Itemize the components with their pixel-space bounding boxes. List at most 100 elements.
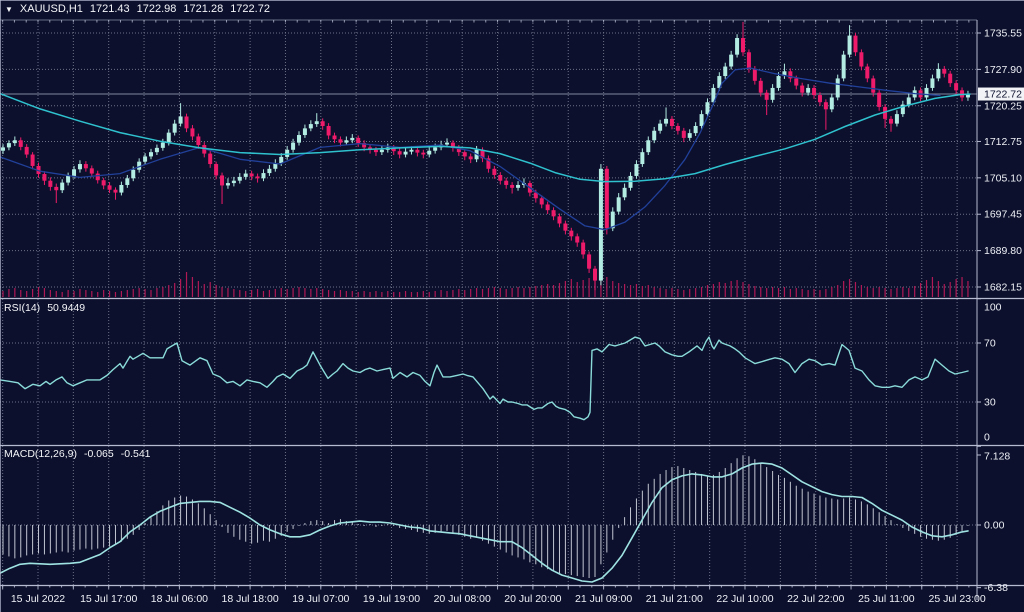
- candle-bullish: [848, 36, 852, 55]
- candle-bullish: [652, 131, 656, 141]
- candle-bullish: [72, 169, 76, 176]
- moving-average-slow-line: [0, 68, 940, 230]
- time-axis-label[interactable]: 22 Jul 10:00: [716, 593, 773, 605]
- time-axis-label[interactable]: 25 Jul 11:00: [858, 593, 915, 605]
- candle-bearish: [250, 174, 254, 177]
- candle-bearish: [741, 38, 745, 52]
- time-axis-label[interactable]: 15 Jul 2022: [11, 593, 65, 605]
- candle-bearish: [421, 153, 425, 155]
- price-axis-label[interactable]: 1720.25: [984, 100, 1022, 112]
- candle-bullish: [238, 177, 242, 181]
- candle-bearish: [794, 78, 798, 85]
- candle-bearish: [338, 139, 342, 142]
- price-axis-label[interactable]: 1682.15: [984, 281, 1022, 293]
- candle-bullish: [267, 169, 271, 173]
- time-axis-label[interactable]: 20 Jul 08:00: [434, 593, 491, 605]
- candle-bullish: [771, 88, 775, 100]
- candle-bearish: [90, 168, 94, 173]
- candle-bullish: [895, 114, 899, 124]
- candle-bullish: [13, 140, 17, 143]
- candle-bullish: [261, 173, 265, 178]
- macd-axis-label[interactable]: -6.38: [984, 582, 1008, 594]
- time-axis-label[interactable]: 15 Jul 17:00: [80, 593, 137, 605]
- time-axis-label[interactable]: 20 Jul 20:00: [504, 593, 561, 605]
- price-axis-label[interactable]: 1697.45: [984, 209, 1022, 221]
- chart-canvas[interactable]: 1735.55 1727.90 1720.25 1712.75 1705.10 1697.…: [0, 0, 1024, 612]
- candle-bearish: [196, 136, 200, 145]
- macd-axis-label[interactable]: 0.00: [984, 520, 1005, 532]
- candle-bullish: [634, 164, 638, 176]
- rsi-axis-label[interactable]: 0: [984, 432, 990, 444]
- candle-bearish: [853, 36, 857, 53]
- candle-bearish: [865, 67, 869, 79]
- candle-bullish: [149, 152, 153, 156]
- candle-bullish: [119, 185, 123, 193]
- candle-bearish: [557, 216, 561, 223]
- macd-axis-label[interactable]: 7.128: [984, 451, 1010, 463]
- time-axis-label[interactable]: 21 Jul 09:00: [575, 593, 632, 605]
- candle-bearish: [812, 88, 816, 95]
- candle-bullish: [617, 197, 621, 211]
- price-axis-label[interactable]: 1727.90: [984, 64, 1022, 76]
- candle-bearish: [682, 131, 686, 138]
- candle-bullish: [161, 143, 165, 148]
- candle-bearish: [540, 198, 544, 204]
- candle-bullish: [433, 147, 437, 150]
- rsi-axis-label[interactable]: 70: [984, 338, 996, 350]
- time-axis-label[interactable]: 18 Jul 18:00: [221, 593, 278, 605]
- candle-bullish: [380, 150, 384, 152]
- candle-bullish: [78, 164, 82, 169]
- price-axis-label[interactable]: 1735.55: [984, 28, 1022, 40]
- price-axis-label[interactable]: 1712.75: [984, 136, 1022, 148]
- candle-bearish: [587, 254, 591, 268]
- candle-bearish: [871, 78, 875, 92]
- candle-bullish: [125, 178, 129, 185]
- candle-bearish: [859, 52, 863, 66]
- macd-value: -0.065: [84, 448, 114, 460]
- price-axis-label[interactable]: 1689.80: [984, 245, 1022, 257]
- time-axis-label[interactable]: 22 Jul 22:00: [787, 593, 844, 605]
- time-axis-label[interactable]: 19 Jul 19:00: [363, 593, 420, 605]
- candle-bullish: [315, 121, 319, 124]
- candle-bearish: [552, 210, 556, 216]
- candle-bearish: [321, 121, 325, 126]
- candle-bullish: [925, 88, 929, 98]
- candle-bearish: [333, 136, 337, 140]
- time-axis-label[interactable]: 19 Jul 07:00: [292, 593, 349, 605]
- candle-bullish: [309, 124, 313, 128]
- candle-bearish: [42, 174, 46, 181]
- candle-bullish: [344, 140, 348, 142]
- macd-indicator-label: MACD(12,26,9) -0.065 -0.541: [4, 448, 151, 460]
- candle-bearish: [102, 180, 106, 185]
- candle-bearish: [759, 81, 763, 93]
- candle-bullish: [907, 97, 911, 104]
- candle-bullish: [285, 150, 289, 157]
- candle-bullish: [930, 78, 934, 88]
- macd-signal-line: [0, 463, 968, 582]
- time-axis-label[interactable]: 25 Jul 23:00: [928, 593, 985, 605]
- candle-bearish: [800, 86, 804, 93]
- rsi-axis-label[interactable]: 100: [984, 302, 1002, 314]
- candle-bearish: [581, 243, 585, 255]
- candle-bearish: [676, 126, 680, 131]
- candle-bearish: [356, 138, 360, 143]
- candle-bullish: [155, 148, 159, 152]
- candle-bullish: [297, 135, 301, 143]
- candle-bearish: [605, 169, 609, 228]
- candle-bearish: [954, 83, 958, 90]
- rsi-line: [0, 337, 968, 420]
- candle-bullish: [179, 116, 183, 123]
- candle-bearish: [498, 175, 502, 181]
- candle-bearish: [765, 93, 769, 100]
- symbol-dropdown-icon[interactable]: ▼: [5, 5, 13, 14]
- candle-bearish: [463, 152, 467, 156]
- candle-bearish: [208, 154, 212, 164]
- candle-bullish: [735, 38, 739, 55]
- rsi-axis-label[interactable]: 30: [984, 397, 996, 409]
- ohlc-high: 1722.98: [137, 3, 177, 15]
- time-axis-label[interactable]: 21 Jul 21:00: [646, 593, 703, 605]
- price-axis-label[interactable]: 1705.10: [984, 172, 1022, 184]
- candle-bullish: [700, 114, 704, 126]
- candle-bullish: [409, 150, 413, 152]
- time-axis-label[interactable]: 18 Jul 06:00: [151, 593, 208, 605]
